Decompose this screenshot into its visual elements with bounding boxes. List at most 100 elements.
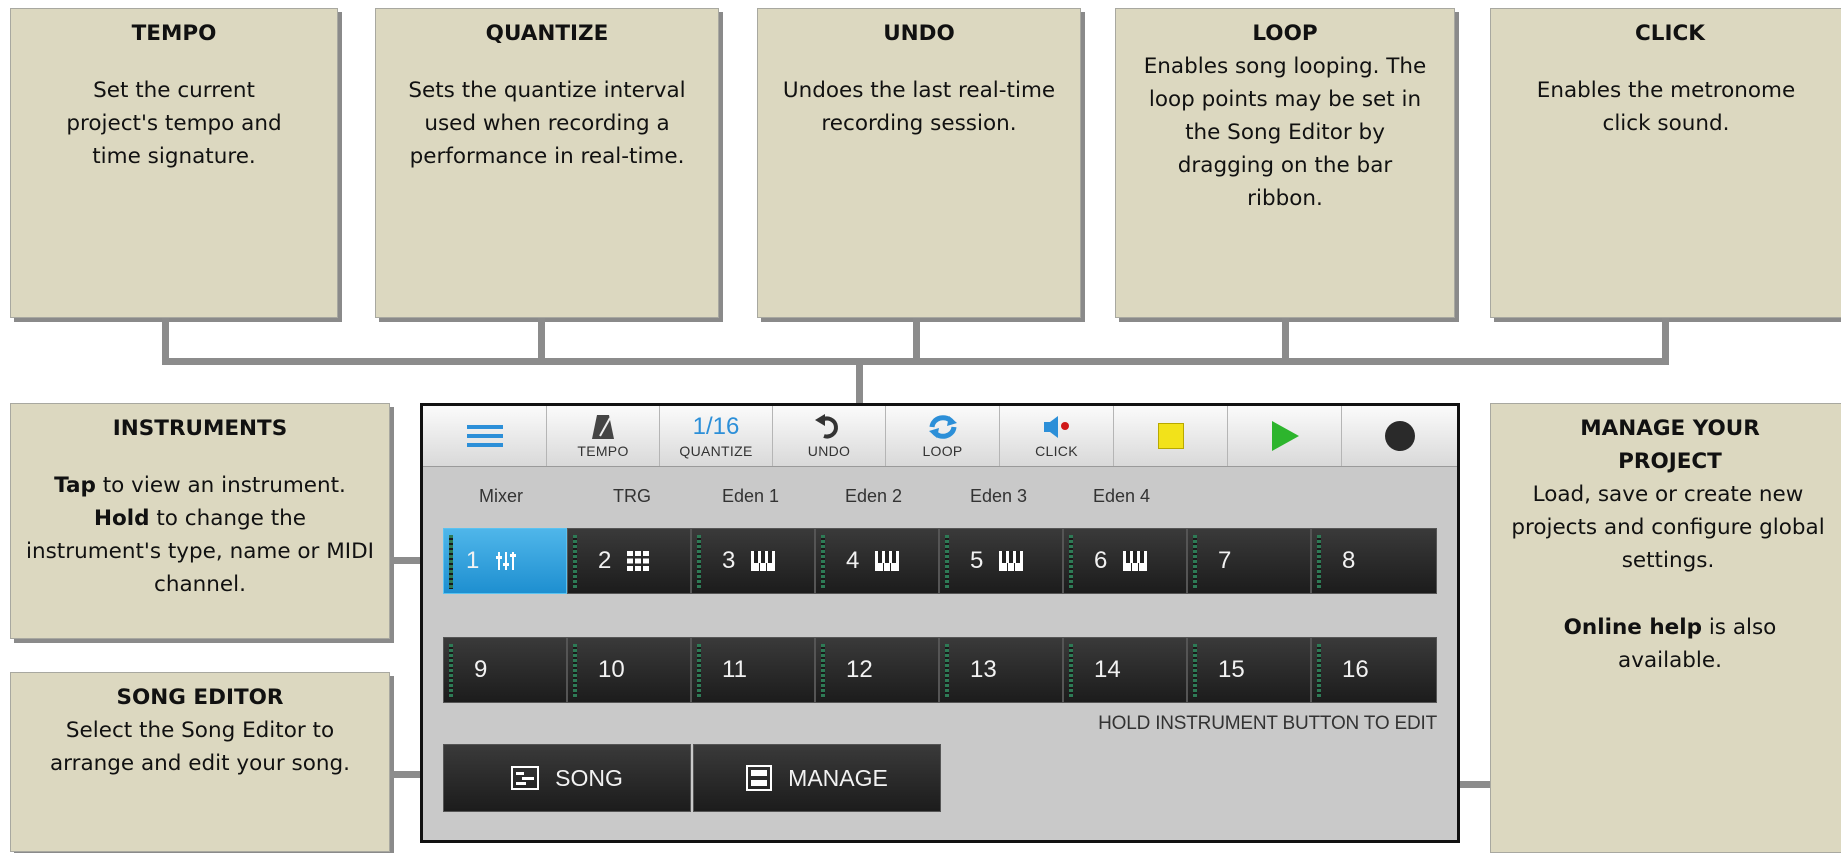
connector-undo — [913, 318, 920, 363]
song-button[interactable]: SONG — [443, 744, 691, 812]
callout-title: QUANTIZE — [485, 21, 609, 46]
callout-text: Select the Song Editor to arrange and ed… — [49, 718, 351, 776]
instrument-name: TRG — [613, 486, 651, 506]
instrument-button-15[interactable]: 15 — [1187, 637, 1311, 703]
quantize-callout: QUANTIZE Sets the quantize interval used… — [375, 8, 719, 318]
instrument-button-7[interactable]: 7 — [1187, 528, 1311, 594]
callout-title: SONG EDITOR — [116, 685, 284, 710]
menu-button[interactable] — [423, 406, 547, 466]
undo-button[interactable]: UNDO — [773, 406, 886, 466]
tempo-button[interactable]: TEMPO — [547, 406, 660, 466]
instrument-number: 1 — [466, 547, 480, 574]
tempo-callout: TEMPO Set the current project's tempo an… — [10, 8, 338, 318]
instrument-number: 9 — [474, 656, 488, 683]
instrument-button-16[interactable]: 16 — [1311, 637, 1437, 703]
level-meter — [573, 644, 577, 698]
instrument-button-9[interactable]: 9 — [443, 637, 567, 703]
connector-tempo — [162, 318, 169, 363]
instrument-number: 16 — [1342, 656, 1369, 683]
instrument-name: Mixer — [479, 486, 523, 506]
instrument-number: 2 — [598, 547, 612, 574]
drum-grid-icon — [627, 550, 650, 572]
tap-text: to view an instrument. — [95, 473, 346, 498]
callout-title: INSTRUMENTS — [112, 416, 288, 441]
level-meter — [1317, 644, 1321, 698]
callout-text: Tap to view an instrument. Hold to chang… — [25, 469, 375, 601]
instrument-name: Eden 1 — [722, 486, 780, 506]
manage-project-icon — [746, 765, 773, 791]
callout-text: Undoes the last real-time recording sess… — [782, 78, 1056, 136]
connector-quantize — [538, 318, 545, 363]
toolbar: TEMPO 1/16 QUANTIZE UNDO LOOP CLICK — [423, 406, 1457, 467]
speaker-icon — [1042, 413, 1072, 441]
level-meter — [1193, 535, 1197, 589]
instrument-number: 11 — [722, 656, 747, 683]
instrument-button-4[interactable]: 4 — [815, 528, 939, 594]
level-meter — [573, 535, 577, 589]
callout-text: Set the current project's tempo and time… — [66, 78, 282, 169]
piano-keys-icon — [999, 551, 1024, 571]
stop-square-icon — [1157, 422, 1184, 450]
callout-title: TEMPO — [131, 21, 217, 46]
instrument-button-1[interactable]: 1 — [443, 528, 567, 594]
manage-button[interactable]: MANAGE — [693, 744, 941, 812]
instrument-number: 14 — [1094, 656, 1121, 683]
callout-text: Enables song looping. The loop points ma… — [1143, 54, 1427, 211]
connector-click — [1662, 318, 1669, 363]
level-meter — [821, 644, 825, 698]
instrument-button-3[interactable]: 3 — [691, 528, 815, 594]
record-circle-icon — [1384, 421, 1415, 451]
instrument-button-11[interactable]: 11 — [691, 637, 815, 703]
manage-callout: MANAGE YOUR PROJECT Load, save or create… — [1490, 403, 1841, 853]
instrument-button-5[interactable]: 5 — [939, 528, 1063, 594]
play-button[interactable] — [1228, 406, 1342, 466]
instrument-number: 5 — [970, 547, 984, 574]
callout-help: Online help is also available. — [1531, 611, 1809, 677]
level-meter — [945, 644, 949, 698]
instrument-row-1: 1 2 3 4 5 6 7 8 — [443, 528, 1437, 594]
undo-label: UNDO — [807, 443, 851, 459]
callout-title: LOOP — [1252, 21, 1318, 46]
instrument-row-2: 9 10 11 12 13 14 15 16 — [443, 637, 1437, 703]
click-button[interactable]: CLICK — [1000, 406, 1114, 466]
level-meter — [449, 535, 453, 589]
instrument-button-13[interactable]: 13 — [939, 637, 1063, 703]
level-meter — [697, 644, 701, 698]
mixer-sliders-icon — [495, 550, 517, 572]
instrument-number: 8 — [1342, 547, 1356, 574]
record-button[interactable] — [1342, 406, 1457, 466]
hold-instrument-hint: HOLD INSTRUMENT BUTTON TO EDIT — [1098, 713, 1437, 734]
instrument-number: 15 — [1218, 656, 1245, 683]
instrument-button-14[interactable]: 14 — [1063, 637, 1187, 703]
level-meter — [821, 535, 825, 589]
piano-keys-icon — [1123, 551, 1148, 571]
stop-button[interactable] — [1114, 406, 1228, 466]
song-editor-icon — [511, 766, 540, 790]
callout-text: Sets the quantize interval used when rec… — [408, 78, 686, 169]
instrument-number: 6 — [1094, 547, 1108, 574]
connector-loop — [1282, 318, 1289, 363]
connector-bus — [162, 358, 1669, 365]
instrument-name: Eden 3 — [970, 486, 1028, 506]
play-triangle-icon — [1270, 421, 1300, 451]
instrument-name: Eden 4 — [1093, 486, 1151, 506]
app-window: TEMPO 1/16 QUANTIZE UNDO LOOP CLICK Mixe… — [420, 403, 1460, 843]
hold-keyword: Hold — [93, 506, 150, 531]
instrument-number: 12 — [846, 656, 873, 683]
loop-button[interactable]: LOOP — [886, 406, 1000, 466]
level-meter — [945, 535, 949, 589]
click-callout: CLICK Enables the metronome click sound. — [1490, 8, 1841, 318]
instrument-button-6[interactable]: 6 — [1063, 528, 1187, 594]
instrument-button-8[interactable]: 8 — [1311, 528, 1437, 594]
song-label: SONG — [555, 764, 623, 791]
level-meter — [449, 644, 453, 698]
metronome-icon — [591, 413, 615, 441]
manage-label: MANAGE — [788, 764, 888, 791]
instrument-number: 10 — [598, 656, 625, 683]
song-editor-callout: SONG EDITOR Select the Song Editor to ar… — [10, 672, 390, 852]
quantize-button[interactable]: 1/16 QUANTIZE — [660, 406, 773, 466]
instrument-button-10[interactable]: 10 — [567, 637, 691, 703]
instrument-name: Eden 2 — [845, 486, 903, 506]
instrument-button-12[interactable]: 12 — [815, 637, 939, 703]
instrument-button-2[interactable]: 2 — [567, 528, 691, 594]
